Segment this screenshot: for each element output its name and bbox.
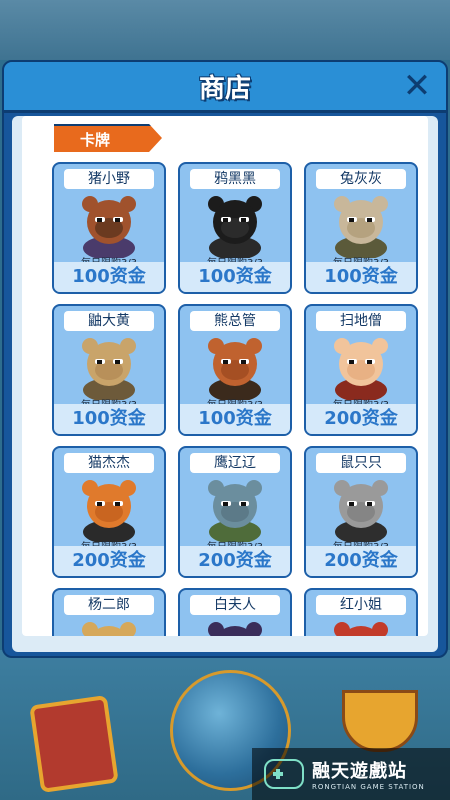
character-portrait-icon: [208, 480, 262, 542]
character-portrait-icon: [334, 622, 388, 636]
card-name: 杨二郎: [64, 595, 154, 615]
shop-card[interactable]: 熊总管每日限购3/3100资金: [178, 304, 292, 436]
close-icon: ✕: [402, 66, 432, 106]
price-button[interactable]: 200资金: [180, 546, 290, 576]
character-portrait-icon: [82, 196, 136, 258]
character-portrait-icon: [82, 622, 136, 636]
shop-card[interactable]: 杨二郎: [52, 588, 166, 636]
card-name: 鼠只只: [316, 453, 406, 473]
price-button[interactable]: 100资金: [54, 262, 164, 292]
shop-scroll-area[interactable]: 卡牌 猪小野每日限购3/3100资金鸦黑黑每日限购3/3100资金兔灰灰每日限购…: [22, 116, 428, 636]
price-button[interactable]: 200资金: [54, 546, 164, 576]
character-portrait-icon: [208, 196, 262, 258]
shop-card[interactable]: 猫杰杰每日限购3/3200资金: [52, 446, 166, 578]
card-name: 扫地僧: [316, 311, 406, 331]
shop-card[interactable]: 兔灰灰每日限购3/3100资金: [304, 162, 418, 294]
character-portrait-icon: [82, 480, 136, 542]
price-button[interactable]: 100资金: [306, 262, 416, 292]
character-portrait-icon: [82, 338, 136, 400]
shop-card[interactable]: 白夫人: [178, 588, 292, 636]
character-portrait-icon: [334, 196, 388, 258]
card-name: 鸦黑黑: [190, 169, 280, 189]
price-button[interactable]: 100资金: [180, 262, 290, 292]
character-portrait-icon: [334, 480, 388, 542]
shop-card[interactable]: 鼬大黄每日限购3/3100资金: [52, 304, 166, 436]
close-button[interactable]: ✕: [398, 67, 436, 105]
character-portrait-icon: [208, 622, 262, 636]
shop-card[interactable]: 红小姐: [304, 588, 418, 636]
shop-card[interactable]: 猪小野每日限购3/3100资金: [52, 162, 166, 294]
card-name: 鼬大黄: [64, 311, 154, 331]
watermark: 融天遊戲站 RONGTIAN GAME STATION: [252, 748, 450, 800]
watermark-subtitle: RONGTIAN GAME STATION: [312, 783, 425, 791]
price-button[interactable]: 200资金: [306, 404, 416, 434]
dialog-title: 商店: [198, 73, 251, 104]
card-name: 猪小野: [64, 169, 154, 189]
shop-card[interactable]: 鹰辽辽每日限购3/3200资金: [178, 446, 292, 578]
shop-card[interactable]: 扫地僧每日限购3/3200资金: [304, 304, 418, 436]
card-name: 兔灰灰: [316, 169, 406, 189]
shop-card[interactable]: 鸦黑黑每日限购3/3100资金: [178, 162, 292, 294]
shop-panel: 卡牌 猪小野每日限购3/3100资金鸦黑黑每日限购3/3100资金兔灰灰每日限购…: [12, 116, 438, 652]
price-button[interactable]: 100资金: [54, 404, 164, 434]
gamepad-icon: [264, 759, 304, 789]
card-name: 白夫人: [190, 595, 280, 615]
shop-dialog: 商店 ✕ 卡牌 猪小野每日限购3/3100资金鸦黑黑每日限购3/3100资金兔灰…: [2, 60, 448, 658]
dialog-header: 商店 ✕: [4, 62, 446, 113]
price-button[interactable]: 200资金: [306, 546, 416, 576]
card-name: 熊总管: [190, 311, 280, 331]
shop-card[interactable]: 鼠只只每日限购3/3200资金: [304, 446, 418, 578]
character-portrait-icon: [334, 338, 388, 400]
card-name: 鹰辽辽: [190, 453, 280, 473]
background-top: [0, 0, 450, 60]
card-name: 红小姐: [316, 595, 406, 615]
card-name: 猫杰杰: [64, 453, 154, 473]
character-portrait-icon: [208, 338, 262, 400]
watermark-title: 融天遊戲站: [312, 761, 407, 782]
card-menu-icon: [29, 695, 119, 793]
bowl-icon: [342, 690, 418, 752]
price-button[interactable]: 100资金: [180, 404, 290, 434]
watermark-text: 融天遊戲站 RONGTIAN GAME STATION: [312, 757, 425, 791]
section-tab-cards[interactable]: 卡牌: [54, 124, 162, 152]
